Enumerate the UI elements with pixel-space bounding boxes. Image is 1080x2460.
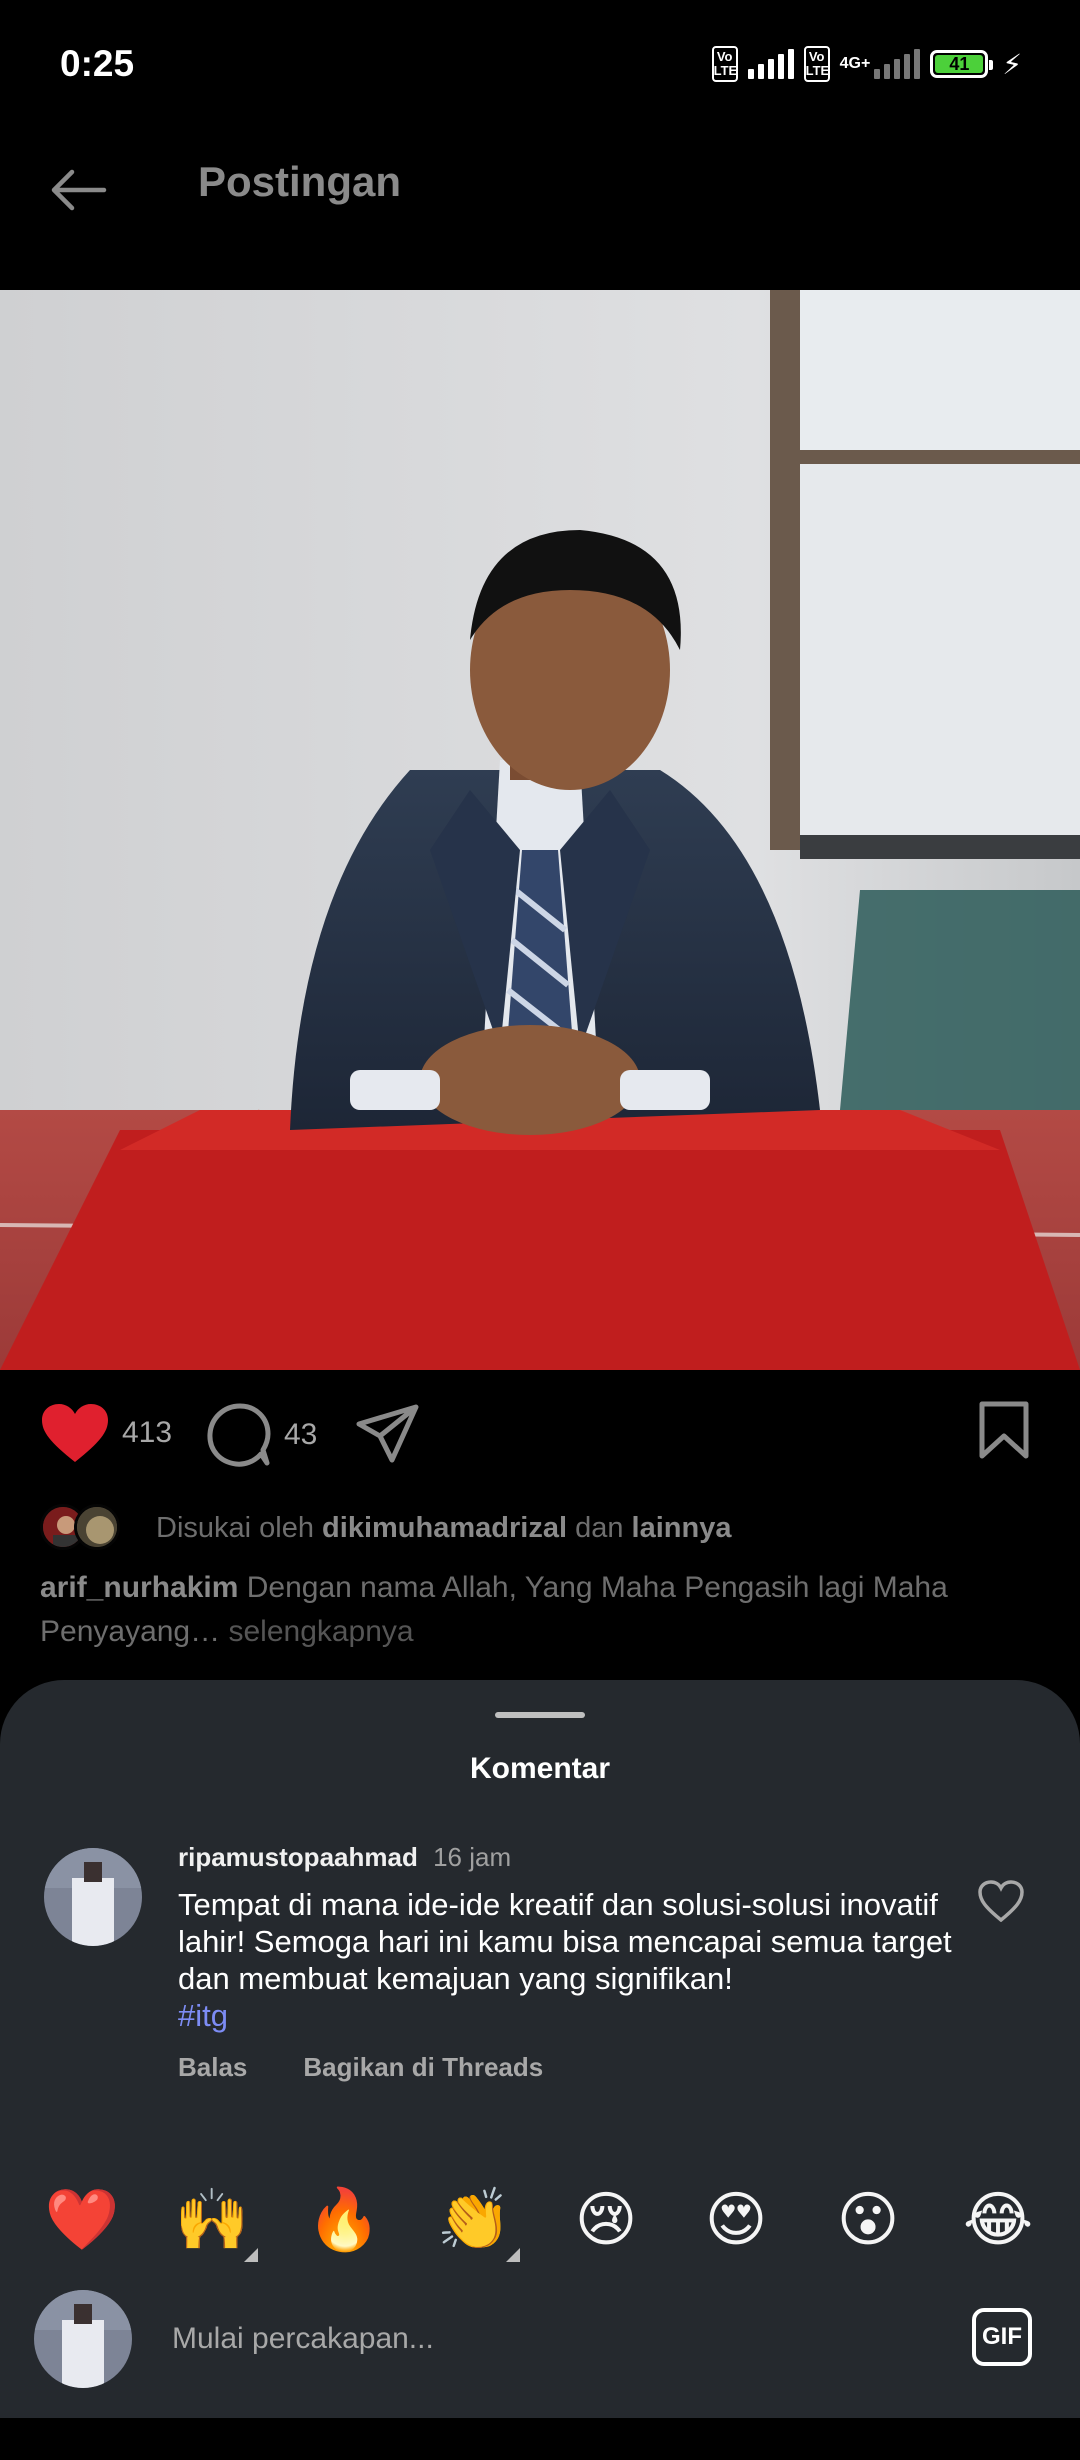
comment-count: 43: [284, 1418, 318, 1451]
composer-avatar: [34, 2290, 132, 2388]
emoji-fire[interactable]: 🔥: [304, 2180, 384, 2260]
like-count: 413: [122, 1416, 173, 1449]
gif-button[interactable]: GIF: [972, 2308, 1032, 2366]
charging-icon: ⚡: [1002, 48, 1022, 80]
liked-by-line[interactable]: Disukai oleh dikimuhamadrizal dan lainny…: [40, 1500, 731, 1556]
comments-sheet: Komentar ripamustopaahmad 16 jam Tempat …: [0, 1680, 1080, 2460]
comment-actions: Balas Bagikan di Threads: [178, 2052, 543, 2083]
liker-avatars: [40, 1500, 140, 1556]
comment-time: 16 jam: [433, 1842, 512, 1872]
battery-level: 41: [935, 54, 984, 74]
comment-avatar[interactable]: [44, 1848, 142, 1946]
emoji-laughing[interactable]: 😂: [958, 2180, 1038, 2260]
signal-strength-icon: [747, 49, 794, 79]
heart-outline-icon: [978, 1880, 1024, 1923]
comment-input[interactable]: [170, 2310, 914, 2368]
skin-tone-caret-icon: [506, 2248, 520, 2262]
emoji-raised-hands[interactable]: 🙌: [172, 2180, 258, 2262]
like-button[interactable]: 413: [40, 1402, 172, 1464]
share-icon: [356, 1404, 419, 1463]
skin-tone-caret-icon: [244, 2248, 258, 2262]
volte-icon-2: Vo LTE: [803, 46, 830, 82]
back-button[interactable]: [40, 152, 116, 228]
bookmark-icon: [979, 1401, 1029, 1459]
emoji-heart[interactable]: ❤️: [42, 2180, 122, 2260]
emoji-clap[interactable]: 👏: [434, 2180, 520, 2262]
caption-username[interactable]: arif_nurhakim: [40, 1571, 238, 1604]
comment-header: ripamustopaahmad 16 jam: [178, 1842, 511, 1873]
liked-by-and: dan: [575, 1511, 624, 1544]
emoji-reaction-row: ❤️ 🙌 🔥 👏 😢 😍 😮 😂: [0, 2180, 1080, 2262]
heart-filled-icon: [42, 1404, 108, 1462]
comment-text: Tempat di mana ide-ide kreatif dan solus…: [178, 1886, 958, 2034]
sheet-drag-handle[interactable]: [495, 1712, 585, 1718]
post-caption: arif_nurhakim Dengan nama Allah, Yang Ma…: [40, 1566, 1040, 1654]
share-threads-button[interactable]: Bagikan di Threads: [303, 2052, 543, 2083]
emoji-crying[interactable]: 😢: [566, 2180, 646, 2260]
liked-by-user[interactable]: dikimuhamadrizal: [322, 1512, 567, 1545]
save-button[interactable]: [978, 1400, 1030, 1460]
post-photo[interactable]: [0, 290, 1080, 1370]
share-button[interactable]: [356, 1404, 420, 1464]
status-time: 0:25: [60, 43, 135, 84]
emoji-heart-eyes[interactable]: 😍: [696, 2180, 776, 2260]
comment-like-button[interactable]: [978, 1880, 1030, 1932]
liked-by-others[interactable]: lainnya: [632, 1512, 732, 1545]
arrow-left-icon: [51, 169, 107, 211]
comment-hashtag[interactable]: #itg: [178, 1998, 228, 2033]
network-type: 4G+: [839, 55, 871, 72]
liked-by-prefix: Disukai oleh: [156, 1511, 314, 1544]
comment-icon: [207, 1403, 271, 1467]
status-icons: Vo LTE Vo LTE 4G+ 41 ⚡: [711, 46, 1022, 82]
page-title: Postingan: [198, 158, 402, 205]
emoji-surprised[interactable]: 😮: [828, 2180, 908, 2260]
reply-button[interactable]: Balas: [178, 2052, 247, 2083]
signal-strength-icon-2: [874, 49, 921, 79]
comment-button[interactable]: 43: [206, 1402, 317, 1468]
post-photo-illustration: [0, 290, 1080, 1370]
battery-icon: 41: [930, 50, 994, 78]
comment-composer: GIF: [0, 2280, 1080, 2430]
caption-more-link[interactable]: selengkapnya: [228, 1615, 413, 1648]
post-actions: 413 43: [0, 1380, 1080, 1490]
liker-avatar: [74, 1504, 120, 1550]
volte-icon: Vo LTE: [711, 46, 738, 82]
system-nav-strip: [0, 2418, 1080, 2460]
comment-username[interactable]: ripamustopaahmad: [178, 1842, 418, 1872]
app-header: Postingan: [0, 128, 1080, 288]
status-bar: 0:25 Vo LTE Vo LTE 4G+ 41 ⚡: [0, 0, 1080, 128]
sheet-title: Komentar: [469, 1752, 611, 1785]
comment-text-body: Tempat di mana ide-ide kreatif dan solus…: [178, 1887, 952, 1996]
